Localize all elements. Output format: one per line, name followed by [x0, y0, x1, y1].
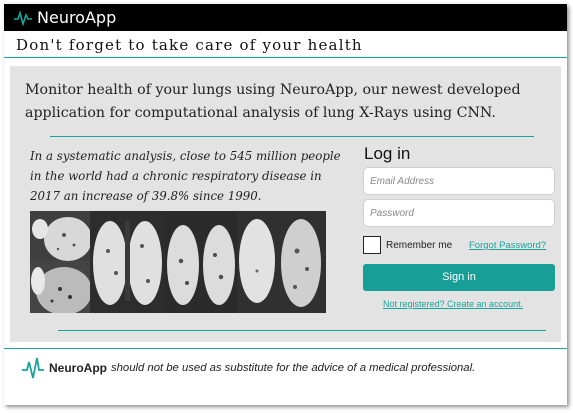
forgot-password-link[interactable]: Forgot Password?	[469, 240, 546, 251]
xray-small-stack	[30, 211, 90, 313]
heartbeat-icon	[22, 357, 44, 379]
lung-xray-images	[30, 211, 326, 313]
remember-me-checkbox[interactable]	[363, 236, 381, 254]
tagline: Don't forget to take care of your health	[4, 32, 567, 58]
top-bar: NeuroApp	[4, 4, 567, 31]
footer: NeuroApp should not be used as substitut…	[22, 356, 475, 380]
password-field[interactable]	[363, 199, 555, 227]
divider	[58, 330, 546, 331]
footer-divider	[4, 348, 567, 349]
create-account-link[interactable]: Not registered? Create an account.	[383, 299, 523, 309]
statistic-text: In a systematic analysis, close to 545 m…	[30, 149, 341, 203]
heartbeat-icon	[14, 9, 32, 26]
lung-xray-image	[90, 211, 165, 313]
email-field[interactable]	[363, 167, 555, 195]
app-brand[interactable]: NeuroApp	[37, 8, 116, 27]
intro-text: Monitor health of your lungs using Neuro…	[25, 82, 521, 121]
lung-xray-image	[237, 211, 326, 313]
lung-xray-image	[30, 211, 90, 261]
main-panel: Monitor health of your lungs using Neuro…	[10, 66, 561, 342]
lung-xray-image	[165, 211, 237, 313]
sign-in-button[interactable]: Sign in	[363, 264, 555, 291]
login-title: Log in	[364, 144, 411, 163]
disclaimer-text: should not be used as substitute for the…	[111, 362, 476, 374]
lung-xray-image	[30, 261, 90, 313]
app-window: NeuroApp Don't forget to take care of yo…	[4, 4, 567, 405]
divider	[50, 136, 534, 137]
remember-me-label: Remember me	[386, 240, 453, 251]
footer-brand: NeuroApp	[49, 361, 107, 375]
